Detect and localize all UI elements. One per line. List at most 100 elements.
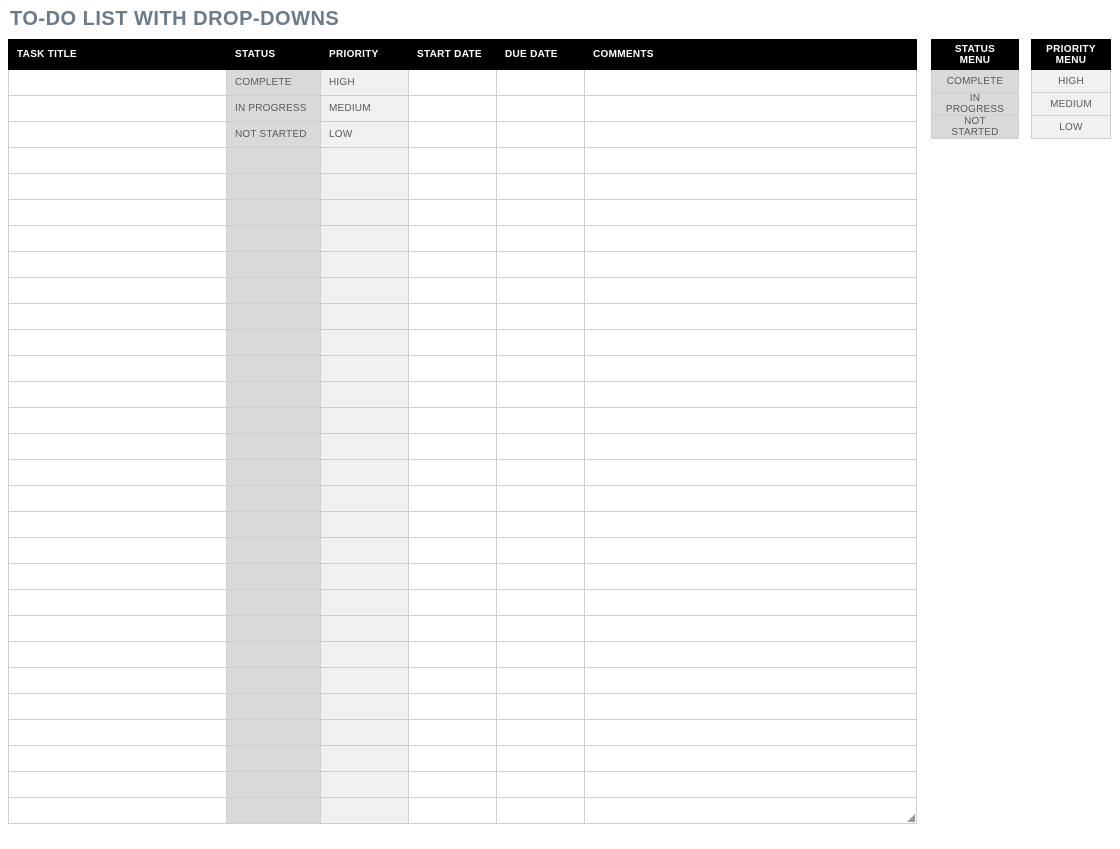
comments-cell[interactable] (585, 512, 917, 538)
start-date-cell[interactable] (409, 434, 497, 460)
status-cell[interactable] (227, 720, 321, 746)
status-cell[interactable] (227, 434, 321, 460)
priority-cell[interactable] (321, 798, 409, 824)
status-cell[interactable] (227, 356, 321, 382)
due-date-cell[interactable] (497, 70, 585, 96)
status-cell[interactable] (227, 304, 321, 330)
priority-menu-option[interactable]: LOW (1032, 116, 1111, 139)
due-date-cell[interactable] (497, 304, 585, 330)
start-date-cell[interactable] (409, 460, 497, 486)
status-cell[interactable]: NOT STARTED (227, 122, 321, 148)
priority-cell[interactable] (321, 668, 409, 694)
due-date-cell[interactable] (497, 278, 585, 304)
due-date-cell[interactable] (497, 96, 585, 122)
start-date-cell[interactable] (409, 538, 497, 564)
status-cell[interactable] (227, 330, 321, 356)
due-date-cell[interactable] (497, 668, 585, 694)
comments-cell[interactable] (585, 330, 917, 356)
status-cell[interactable] (227, 512, 321, 538)
start-date-cell[interactable] (409, 122, 497, 148)
status-cell[interactable] (227, 200, 321, 226)
task-title-cell[interactable] (9, 148, 227, 174)
status-cell[interactable] (227, 772, 321, 798)
comments-cell[interactable] (585, 278, 917, 304)
status-cell[interactable] (227, 226, 321, 252)
priority-cell[interactable] (321, 200, 409, 226)
due-date-cell[interactable] (497, 330, 585, 356)
priority-cell[interactable] (321, 512, 409, 538)
comments-cell[interactable] (585, 642, 917, 668)
start-date-cell[interactable] (409, 252, 497, 278)
start-date-cell[interactable] (409, 486, 497, 512)
start-date-cell[interactable] (409, 772, 497, 798)
start-date-cell[interactable] (409, 200, 497, 226)
status-cell[interactable] (227, 486, 321, 512)
comments-cell[interactable] (585, 252, 917, 278)
priority-cell[interactable] (321, 486, 409, 512)
task-title-cell[interactable] (9, 486, 227, 512)
start-date-cell[interactable] (409, 512, 497, 538)
task-title-cell[interactable] (9, 304, 227, 330)
start-date-cell[interactable] (409, 148, 497, 174)
start-date-cell[interactable] (409, 382, 497, 408)
status-cell[interactable]: COMPLETE (227, 70, 321, 96)
due-date-cell[interactable] (497, 590, 585, 616)
due-date-cell[interactable] (497, 382, 585, 408)
start-date-cell[interactable] (409, 668, 497, 694)
status-cell[interactable] (227, 174, 321, 200)
task-title-cell[interactable] (9, 564, 227, 590)
comments-cell[interactable] (585, 200, 917, 226)
comments-cell[interactable] (585, 356, 917, 382)
status-cell[interactable] (227, 668, 321, 694)
status-cell[interactable] (227, 148, 321, 174)
due-date-cell[interactable] (497, 798, 585, 824)
start-date-cell[interactable] (409, 356, 497, 382)
task-title-cell[interactable] (9, 746, 227, 772)
start-date-cell[interactable] (409, 304, 497, 330)
comments-cell[interactable] (585, 434, 917, 460)
due-date-cell[interactable] (497, 356, 585, 382)
task-title-cell[interactable] (9, 122, 227, 148)
priority-cell[interactable] (321, 174, 409, 200)
start-date-cell[interactable] (409, 720, 497, 746)
task-title-cell[interactable] (9, 720, 227, 746)
task-title-cell[interactable] (9, 408, 227, 434)
comments-cell[interactable] (585, 460, 917, 486)
priority-cell[interactable] (321, 720, 409, 746)
priority-cell[interactable] (321, 460, 409, 486)
priority-cell[interactable] (321, 434, 409, 460)
priority-cell[interactable] (321, 278, 409, 304)
task-title-cell[interactable] (9, 460, 227, 486)
priority-cell[interactable] (321, 356, 409, 382)
comments-cell[interactable] (585, 538, 917, 564)
status-cell[interactable] (227, 616, 321, 642)
task-title-cell[interactable] (9, 590, 227, 616)
due-date-cell[interactable] (497, 408, 585, 434)
status-menu-option[interactable]: COMPLETE (932, 70, 1019, 93)
start-date-cell[interactable] (409, 616, 497, 642)
priority-cell[interactable] (321, 642, 409, 668)
task-title-cell[interactable] (9, 798, 227, 824)
status-menu-option[interactable]: IN PROGRESS (932, 93, 1019, 116)
priority-cell[interactable]: HIGH (321, 70, 409, 96)
priority-cell[interactable] (321, 694, 409, 720)
task-title-cell[interactable] (9, 668, 227, 694)
task-title-cell[interactable] (9, 434, 227, 460)
comments-cell[interactable] (585, 304, 917, 330)
due-date-cell[interactable] (497, 772, 585, 798)
status-cell[interactable] (227, 252, 321, 278)
comments-cell[interactable] (585, 798, 917, 824)
comments-cell[interactable] (585, 226, 917, 252)
due-date-cell[interactable] (497, 564, 585, 590)
task-title-cell[interactable] (9, 252, 227, 278)
start-date-cell[interactable] (409, 564, 497, 590)
priority-cell[interactable] (321, 304, 409, 330)
task-title-cell[interactable] (9, 330, 227, 356)
due-date-cell[interactable] (497, 174, 585, 200)
status-cell[interactable] (227, 538, 321, 564)
priority-cell[interactable] (321, 590, 409, 616)
comments-cell[interactable] (585, 668, 917, 694)
task-title-cell[interactable] (9, 772, 227, 798)
start-date-cell[interactable] (409, 590, 497, 616)
comments-cell[interactable] (585, 590, 917, 616)
